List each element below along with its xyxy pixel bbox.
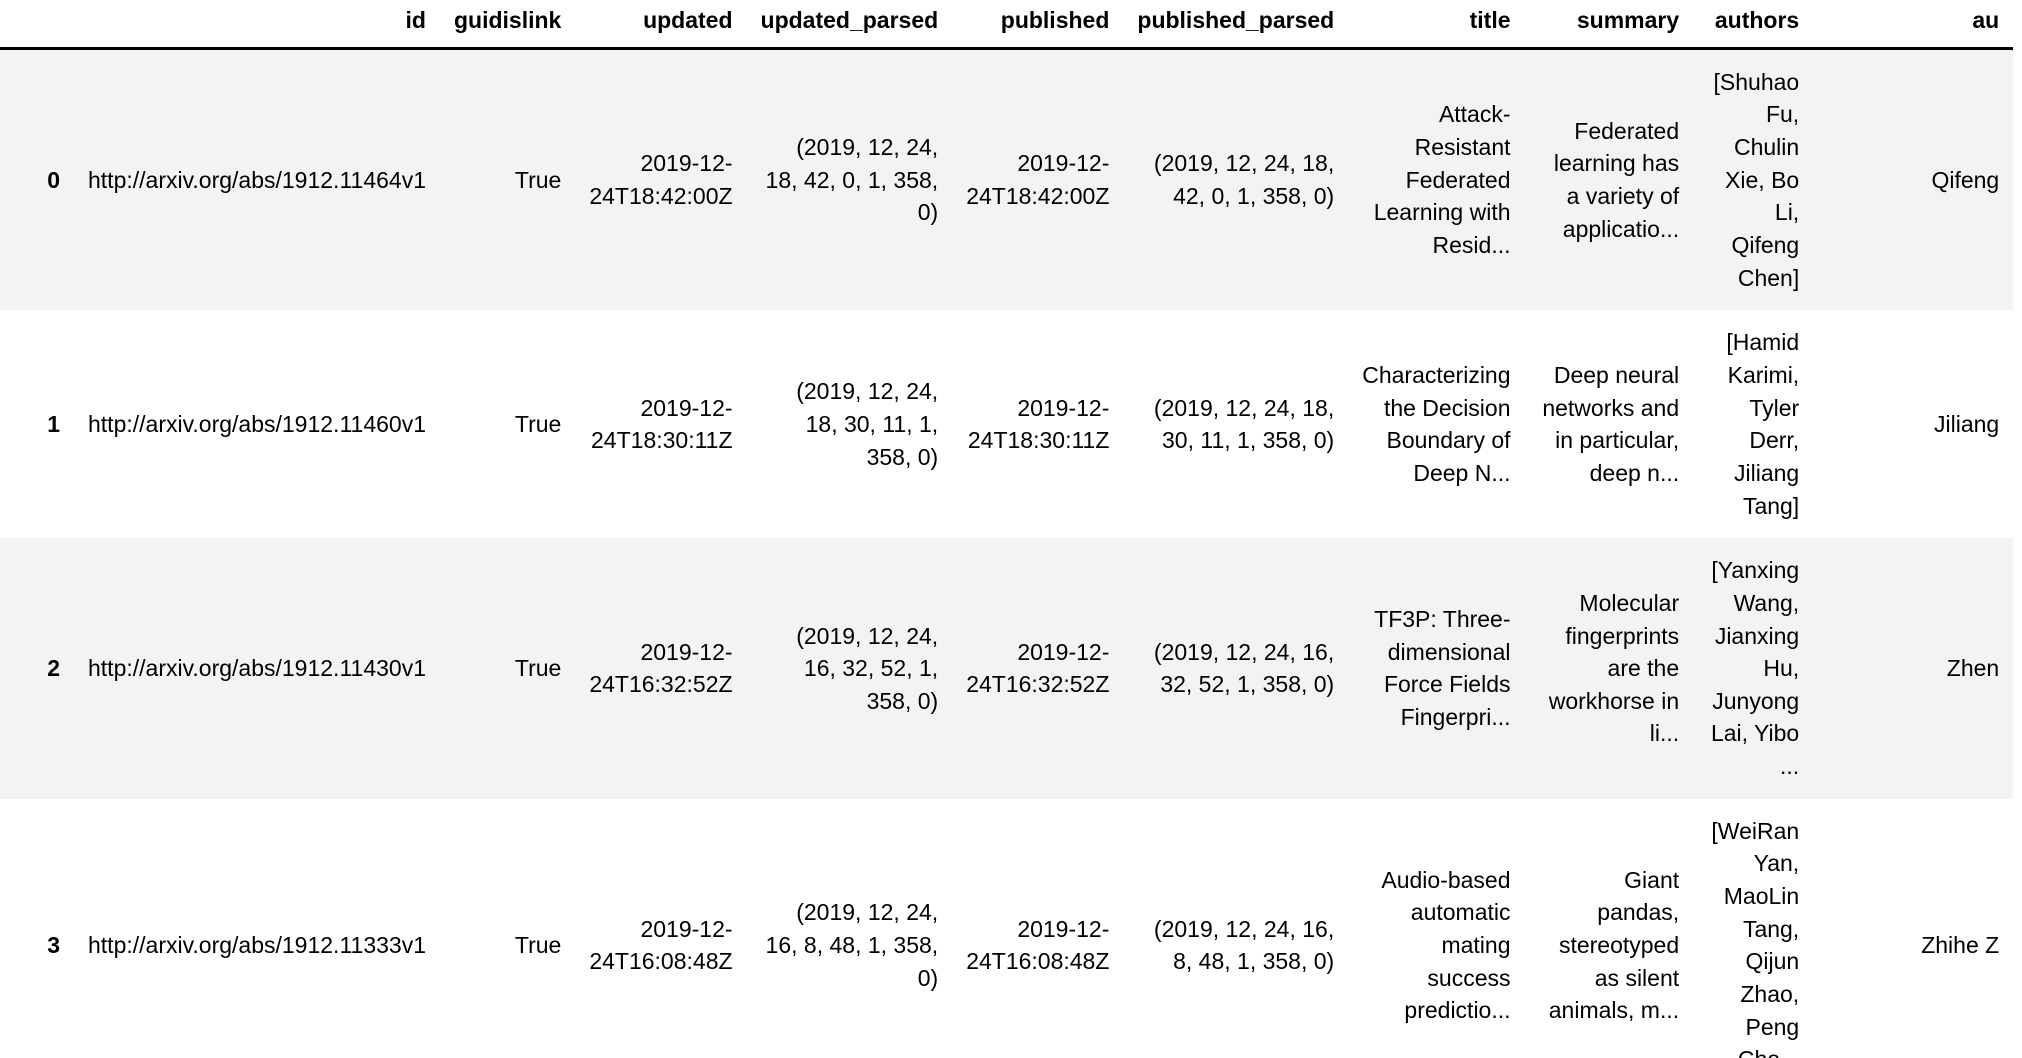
row-index: 1 — [47, 410, 60, 437]
cell-title: Audio-based automatic mating success pre… — [1381, 866, 1511, 1024]
cell-id: http://arxiv.org/abs/1912.11430v1 — [88, 655, 426, 682]
cell-updated-parsed: (2019, 12, 24, 18, 42, 0, 1, 358, 0) — [765, 133, 939, 226]
cell-authors: [WeiRan Yan, MaoLin Tang, Qijun Zhao, Pe… — [1711, 817, 1800, 1058]
column-header-author[interactable]: au — [1813, 0, 2014, 50]
cell-summary: Federated learning has a variety of appl… — [1553, 117, 1680, 242]
column-header-updated-parsed[interactable]: updated_parsed — [746, 0, 953, 50]
cell-authors: [Yanxing Wang, Jianxing Hu, Junyong Lai,… — [1710, 557, 1800, 780]
cell-id: http://arxiv.org/abs/1912.11464v1 — [88, 166, 426, 193]
column-header-summary[interactable]: summary — [1524, 0, 1694, 50]
cell-published: 2019-12-24T18:42:00Z — [966, 150, 1110, 209]
column-header-published-parsed[interactable]: published_parsed — [1123, 0, 1349, 50]
cell-summary: Deep neural networks and in particular, … — [1542, 361, 1680, 486]
table-row[interactable]: 1 http://arxiv.org/abs/1912.11460v1 True… — [0, 310, 2014, 539]
header-row: id guidislink updated updated_parsed pub… — [0, 0, 2014, 50]
row-index: 2 — [47, 655, 60, 682]
column-header-index[interactable] — [0, 0, 74, 50]
cell-author: Qifeng — [1931, 166, 2000, 193]
cell-title: Attack-Resistant Federated Learning with… — [1373, 101, 1511, 258]
cell-updated-parsed: (2019, 12, 24, 16, 32, 52, 1, 358, 0) — [796, 622, 939, 714]
column-header-title[interactable]: title — [1348, 0, 1525, 50]
table-row[interactable]: 3 http://arxiv.org/abs/1912.11333v1 True… — [0, 798, 2014, 1058]
cell-published-parsed: (2019, 12, 24, 16, 32, 52, 1, 358, 0) — [1153, 638, 1335, 698]
cell-authors: [Hamid Karimi, Tyler Derr, Jiliang Tang] — [1726, 329, 1800, 519]
cell-updated-parsed: (2019, 12, 24, 16, 8, 48, 1, 358, 0) — [765, 899, 939, 991]
cell-authors: [Shuhao Fu, Chulin Xie, Bo Li, Qifeng Ch… — [1713, 68, 1800, 291]
dataframe-viewport[interactable]: id guidislink updated updated_parsed pub… — [0, 0, 2022, 1058]
cell-author: Zhen — [1946, 655, 2000, 682]
cell-id: http://arxiv.org/abs/1912.11460v1 — [88, 410, 426, 437]
cell-author: Jiliang — [1933, 410, 2000, 437]
cell-published: 2019-12-24T18:30:11Z — [967, 394, 1110, 454]
cell-published-parsed: (2019, 12, 24, 16, 8, 48, 1, 358, 0) — [1153, 915, 1335, 975]
cell-published: 2019-12-24T16:08:48Z — [966, 915, 1110, 975]
cell-id: http://arxiv.org/abs/1912.11333v1 — [88, 932, 426, 959]
table-row[interactable]: 2 http://arxiv.org/abs/1912.11430v1 True… — [0, 538, 2014, 799]
cell-published: 2019-12-24T16:32:52Z — [966, 638, 1110, 698]
row-index: 0 — [47, 166, 60, 193]
cell-summary: Giant pandas, stereotyped as silent anim… — [1548, 866, 1680, 1024]
cell-title: Characterizing the Decision Boundary of … — [1362, 361, 1511, 486]
column-header-published[interactable]: published — [952, 0, 1124, 50]
cell-guidislink: True — [514, 932, 562, 959]
cell-guidislink: True — [514, 410, 562, 437]
column-header-guidislink[interactable]: guidislink — [439, 0, 576, 50]
table-body: 0 http://arxiv.org/abs/1912.11464v1 True… — [0, 48, 2014, 1058]
dataframe-table: id guidislink updated updated_parsed pub… — [0, 0, 2014, 1058]
column-header-updated[interactable]: updated — [575, 0, 747, 50]
table-row[interactable]: 0 http://arxiv.org/abs/1912.11464v1 True… — [0, 48, 2014, 311]
cell-updated: 2019-12-24T18:30:11Z — [591, 394, 733, 454]
cell-guidislink: True — [514, 655, 562, 682]
cell-published-parsed: (2019, 12, 24, 18, 42, 0, 1, 358, 0) — [1153, 150, 1335, 209]
cell-updated: 2019-12-24T16:08:48Z — [589, 915, 733, 975]
table-header: id guidislink updated updated_parsed pub… — [0, 0, 2014, 50]
cell-title: TF3P: Three-dimensional Force Fields Fin… — [1374, 606, 1511, 731]
cell-updated: 2019-12-24T16:32:52Z — [589, 638, 733, 698]
cell-author: Zhihe Z — [1921, 932, 2000, 959]
cell-updated: 2019-12-24T18:42:00Z — [589, 150, 733, 209]
cell-summary: Molecular fingerprints are the workhorse… — [1548, 589, 1680, 747]
cell-published-parsed: (2019, 12, 24, 18, 30, 11, 1, 358, 0) — [1153, 394, 1335, 454]
row-index: 3 — [47, 932, 60, 959]
column-header-authors[interactable]: authors — [1693, 0, 1814, 50]
column-header-id[interactable]: id — [74, 0, 440, 50]
cell-updated-parsed: (2019, 12, 24, 18, 30, 11, 1, 358, 0) — [796, 378, 939, 470]
cell-guidislink: True — [514, 166, 562, 193]
